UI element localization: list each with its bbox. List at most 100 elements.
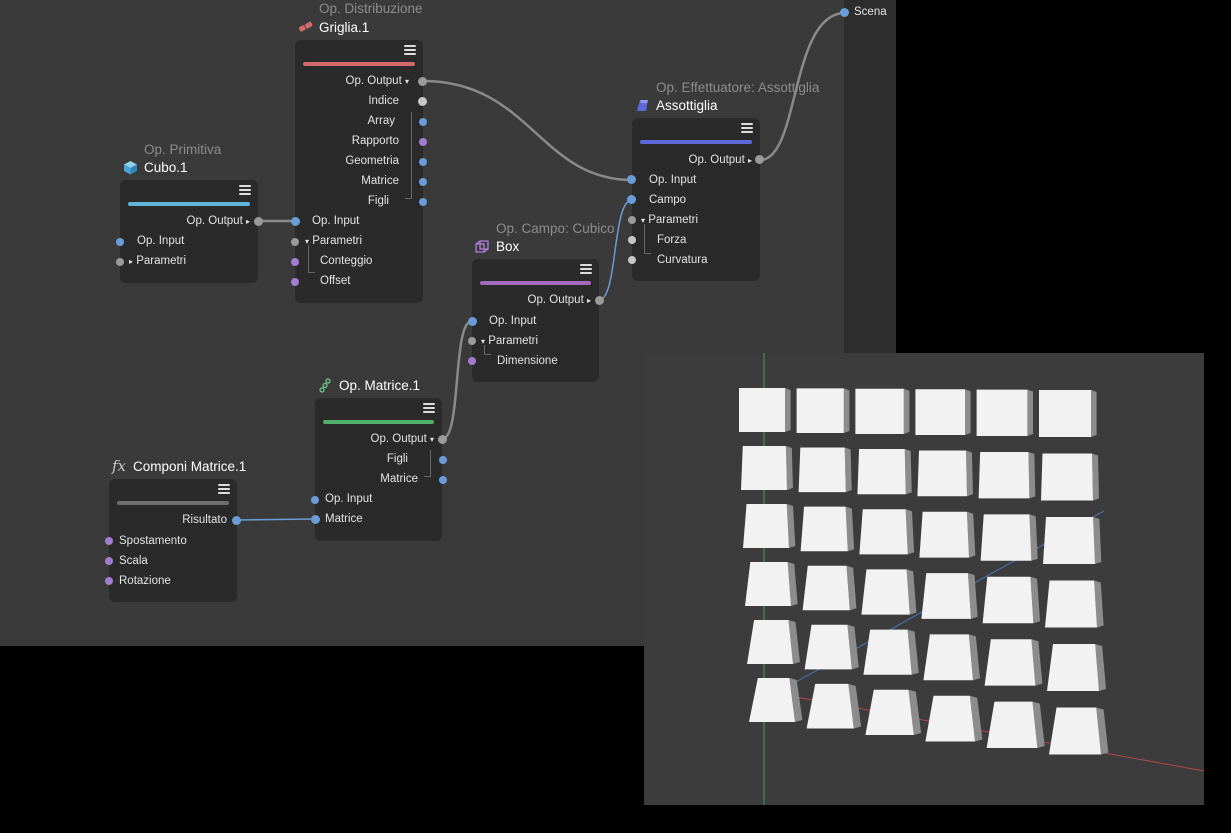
taper-cube-side: [1027, 389, 1033, 436]
cubo-output-port[interactable]: [254, 217, 263, 226]
cloner-grid-icon: [298, 21, 313, 32]
assottiglia-curvatura-port[interactable]: [628, 256, 636, 264]
componi-risultato-port[interactable]: [232, 516, 241, 525]
box-menu-icon[interactable]: [580, 264, 592, 275]
assottiglia-campo-port[interactable]: [627, 195, 636, 204]
taper-cube: [796, 388, 844, 433]
cubo-input-port[interactable]: [116, 238, 124, 246]
taper-cube-side: [1091, 390, 1097, 437]
griglia-menu-icon[interactable]: [404, 45, 416, 56]
componi-scala-port[interactable]: [105, 557, 113, 565]
box-node[interactable]: Op. Output ▸ Op. Input ▾ Parametri Dimen…: [472, 259, 599, 382]
componi-title[interactable]: Componi Matrice.1: [133, 459, 246, 474]
scene-input-port[interactable]: [840, 8, 849, 17]
matrice-input-port[interactable]: [311, 496, 319, 504]
griglia-matrice-port[interactable]: [419, 178, 427, 186]
matrice-node[interactable]: Op. Output ▾ Figli Matrice Op. Input Mat…: [315, 398, 442, 541]
componi-rotazione-label: Rotazione: [119, 575, 171, 587]
griglia-offset-port[interactable]: [291, 278, 299, 286]
componi-rotazione-port[interactable]: [105, 577, 113, 585]
taper-cube: [919, 511, 969, 558]
matrice-output-port[interactable]: [438, 435, 447, 444]
cubo-op-label: Op. Primitiva: [144, 142, 222, 157]
assottiglia-parametri-port[interactable]: [628, 216, 636, 224]
cubo-output-label: Op. Output: [186, 215, 243, 227]
taper-cube: [1039, 390, 1091, 437]
box-output-port[interactable]: [595, 296, 604, 305]
taper-cube: [855, 388, 904, 434]
griglia-title[interactable]: Griglia.1: [319, 20, 369, 35]
taper-cube: [1045, 580, 1097, 628]
griglia-rapporto-port[interactable]: [419, 138, 427, 146]
matrice-matrice-out-port[interactable]: [439, 476, 447, 484]
componi-node[interactable]: Risultato Spostamento Scala Rotazione: [109, 479, 237, 602]
taper-cube: [741, 446, 787, 490]
wire-box-assottiglia: [598, 199, 633, 301]
griglia-array-port[interactable]: [419, 118, 427, 126]
taper-cube: [915, 389, 965, 435]
assottiglia-parametri-label[interactable]: Parametri: [648, 214, 698, 226]
taper-cube: [917, 450, 967, 497]
griglia-figli-port[interactable]: [419, 198, 427, 206]
box-op-label: Op. Campo: Cubico: [496, 221, 615, 236]
componi-spostamento-label: Spostamento: [119, 535, 187, 547]
componi-scala-label: Scala: [119, 555, 148, 567]
matrice-matrice-in-port[interactable]: [311, 515, 320, 524]
viewport-render: [739, 353, 1204, 805]
cubo-node[interactable]: Op. Output ▸ Op. Input ▸ Parametri: [120, 180, 258, 283]
griglia-parametri-port[interactable]: [291, 238, 299, 246]
assottiglia-curvatura-label: Curvatura: [657, 254, 708, 266]
assottiglia-output-port[interactable]: [755, 155, 764, 164]
taper-cube: [982, 576, 1034, 624]
taper-cube: [806, 683, 854, 729]
cubo-parametri-label[interactable]: Parametri: [136, 255, 186, 267]
3d-viewport[interactable]: [644, 353, 1204, 805]
box-parametri-port[interactable]: [468, 337, 476, 345]
componi-spostamento-port[interactable]: [105, 537, 113, 545]
box-input-port[interactable]: [468, 317, 477, 326]
griglia-conteggio-port[interactable]: [291, 258, 299, 266]
matrice-menu-icon[interactable]: [423, 403, 435, 414]
griglia-output-port[interactable]: [418, 77, 427, 86]
taper-cube-side: [844, 447, 852, 493]
assottiglia-menu-icon[interactable]: [741, 123, 753, 134]
componi-menu-icon[interactable]: [218, 484, 230, 495]
griglia-geometria-label: Geometria: [345, 155, 399, 167]
taper-cube-side: [785, 388, 791, 432]
griglia-matrice-label: Matrice: [361, 175, 399, 187]
taper-cube: [1043, 517, 1095, 564]
assottiglia-title[interactable]: Assottiglia: [656, 98, 718, 113]
box-title[interactable]: Box: [496, 239, 519, 254]
cubo-title[interactable]: Cubo.1: [144, 160, 188, 175]
cubo-menu-icon[interactable]: [239, 185, 251, 196]
taper-cube: [1041, 453, 1093, 501]
griglia-indice-port[interactable]: [418, 97, 427, 106]
taper-cube: [863, 629, 912, 675]
griglia-figli-label: Figli: [367, 195, 389, 207]
griglia-conteggio-label: Conteggio: [320, 255, 373, 267]
taper-cube: [865, 689, 914, 735]
griglia-indice-label: Indice: [368, 95, 399, 107]
box-output-label: Op. Output: [527, 294, 584, 306]
taper-cube-side: [965, 389, 971, 435]
griglia-parametri-label[interactable]: Parametri: [312, 235, 362, 247]
griglia-node[interactable]: Op. Output ▾ Indice Array Rapporto Geome…: [295, 40, 423, 303]
griglia-offset-label: Offset: [320, 275, 351, 287]
assottiglia-node[interactable]: Op. Output ▸ Op. Input Campo ▾ Parametri…: [632, 118, 760, 281]
assottiglia-color-bar: [640, 140, 752, 144]
taper-cube: [857, 449, 906, 495]
assottiglia-forza-port[interactable]: [628, 236, 636, 244]
cubo-parametri-port[interactable]: [116, 258, 124, 266]
taper-cube: [802, 565, 850, 611]
matrice-title[interactable]: Op. Matrice.1: [339, 378, 420, 393]
assottiglia-input-port[interactable]: [627, 175, 636, 184]
griglia-geometria-port[interactable]: [419, 158, 427, 166]
griglia-output-label: Op. Output: [345, 75, 402, 87]
box-parametri-label[interactable]: Parametri: [488, 335, 538, 347]
griglia-input-port[interactable]: [291, 217, 300, 226]
assottiglia-campo-label: Campo: [649, 194, 687, 206]
box-dimensione-port[interactable]: [468, 357, 476, 365]
taper-cube: [745, 562, 791, 606]
cube-icon: [124, 161, 137, 175]
matrice-figli-port[interactable]: [439, 456, 447, 464]
